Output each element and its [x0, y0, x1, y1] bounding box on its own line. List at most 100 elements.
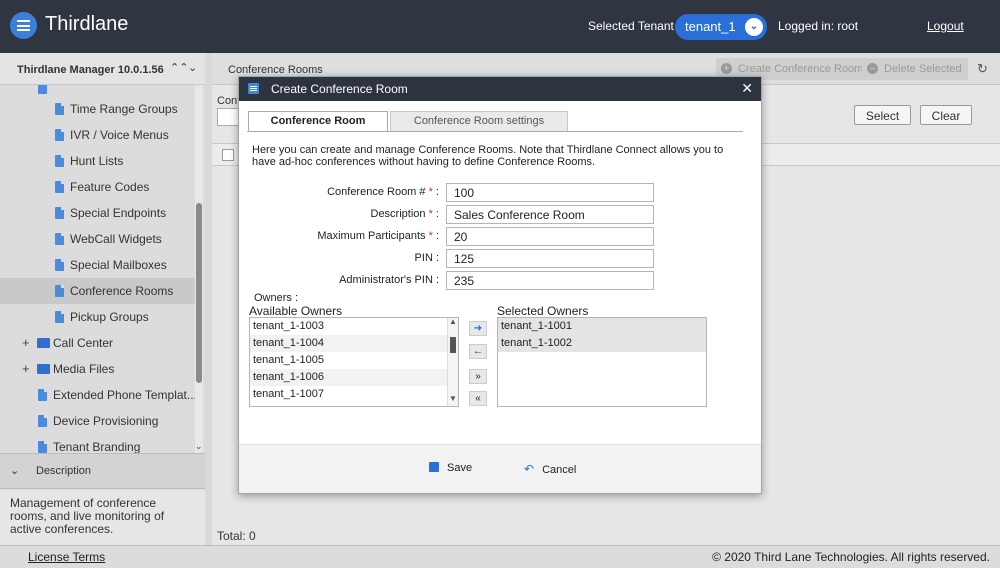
description-header[interactable]: ⌄ Description	[0, 453, 205, 489]
pin-label: PIN :	[414, 252, 439, 264]
tab-conference-room[interactable]: Conference Room	[248, 111, 388, 131]
list-item[interactable]: tenant_1-1001	[498, 318, 706, 335]
dialog-footer: Save ↶ Cancel	[239, 444, 761, 493]
move-all-left-button[interactable]: «	[469, 391, 487, 406]
sidebar-item-extended-phone-templates[interactable]: Extended Phone Templat...	[0, 382, 195, 408]
document-icon	[55, 285, 64, 297]
dialog-title: Create Conference Room	[271, 82, 408, 96]
description-input[interactable]: Sales Conference Room	[446, 205, 654, 224]
move-right-button[interactable]: ➜	[469, 321, 487, 336]
sidebar-item-label: Tenant Branding	[53, 440, 141, 453]
scrollbar-thumb[interactable]	[450, 337, 456, 353]
document-icon	[55, 311, 64, 323]
scroll-up-icon[interactable]: ▲	[449, 318, 457, 326]
sidebar-item-label: Call Center	[53, 336, 114, 350]
status-bar: License Terms © 2020 Third Lane Technolo…	[0, 545, 1000, 568]
dialog-title-bar: Create Conference Room ✕	[239, 77, 761, 101]
manager-version-title: Thirdlane Manager 10.0.1.56	[17, 64, 164, 76]
document-icon	[55, 207, 64, 219]
folder-icon	[37, 338, 50, 348]
available-list-scrollbar[interactable]: ▲ ▼	[447, 318, 458, 406]
sidebar-item-device-provisioning[interactable]: Device Provisioning	[0, 408, 195, 434]
list-item[interactable]: tenant_1-1002	[498, 335, 706, 352]
logout-link[interactable]: Logout	[927, 19, 964, 33]
move-all-right-button[interactable]: »	[469, 369, 487, 384]
folder-icon	[37, 364, 50, 374]
sidebar-item-tenant-branding[interactable]: Tenant Branding	[0, 434, 195, 453]
description-label: Description * :	[370, 208, 440, 220]
document-icon	[55, 155, 64, 167]
sidebar-item-conference-rooms[interactable]: Conference Rooms	[0, 278, 195, 304]
cancel-label: Cancel	[542, 464, 577, 476]
sidebar-item-call-center[interactable]: + Call Center	[0, 330, 195, 356]
refresh-icon[interactable]: ↻	[977, 61, 988, 77]
selected-owners-title: Selected Owners	[497, 304, 589, 318]
sidebar-item-label: Pickup Groups	[70, 310, 149, 324]
chevron-down-icon: ⌄	[10, 465, 20, 477]
create-label: Create Conference Room	[738, 63, 864, 75]
chevron-down-icon: ⌄	[745, 18, 763, 36]
expand-plus-icon[interactable]: +	[22, 361, 30, 376]
create-conference-room-dialog: Create Conference Room ✕ Conference Room…	[238, 76, 762, 494]
tenant-select[interactable]: tenant_1 ⌄	[675, 14, 767, 40]
sidebar-item-label: Feature Codes	[70, 180, 150, 194]
sidebar-item-label: Hunt Lists	[70, 154, 124, 168]
expand-all-icon[interactable]: ⌄	[188, 61, 197, 74]
navigation-tree: Time Range Groups IVR / Voice Menus Hunt…	[0, 85, 195, 453]
sidebar-item-special-endpoints[interactable]: Special Endpoints	[0, 200, 195, 226]
scrollbar-thumb[interactable]	[196, 203, 202, 383]
document-icon	[55, 181, 64, 193]
scroll-down-icon[interactable]: ▼	[449, 394, 457, 403]
list-item[interactable]: tenant_1-1003	[250, 318, 448, 335]
selected-owners-list[interactable]: tenant_1-1001 tenant_1-1002	[497, 317, 707, 407]
available-owners-list[interactable]: tenant_1-1003 tenant_1-1004 tenant_1-100…	[249, 317, 459, 407]
select-all-checkbox[interactable]	[222, 149, 234, 161]
tenant-label: Selected Tenant :	[588, 19, 681, 33]
list-item[interactable]: tenant_1-1004	[250, 335, 448, 352]
delete-label: Delete Selected	[884, 63, 962, 75]
cancel-button[interactable]: ↶ Cancel	[524, 462, 576, 476]
select-button[interactable]: Select	[854, 105, 911, 125]
move-left-button[interactable]: ←	[469, 344, 487, 359]
save-button[interactable]: Save	[429, 462, 472, 474]
undo-icon: ↶	[524, 462, 535, 476]
description-title: Description	[36, 465, 92, 477]
sidebar-item-pickup-groups[interactable]: Pickup Groups	[0, 304, 195, 330]
sidebar-item-label: WebCall Widgets	[70, 232, 162, 246]
tab-divider	[247, 131, 743, 132]
sidebar-item-hunt-lists[interactable]: Hunt Lists	[0, 148, 195, 174]
sidebar-item-ivr-voice-menus[interactable]: IVR / Voice Menus	[0, 122, 195, 148]
tab-conference-room-settings[interactable]: Conference Room settings	[390, 111, 568, 131]
sidebar-item-label: Special Endpoints	[70, 206, 167, 220]
window-icon	[248, 83, 259, 94]
sidebar-item-feature-codes[interactable]: Feature Codes	[0, 174, 195, 200]
license-terms-link[interactable]: License Terms	[28, 550, 105, 564]
list-item[interactable]: tenant_1-1007	[250, 386, 448, 403]
logged-in-text: Logged in: root	[778, 19, 859, 33]
list-item[interactable]: tenant_1-1006	[250, 369, 448, 386]
admin-pin-input[interactable]: 235	[446, 271, 654, 290]
sidebar-item-webcall-widgets[interactable]: WebCall Widgets	[0, 226, 195, 252]
pin-input[interactable]: 125	[446, 249, 654, 268]
scroll-down-icon[interactable]: ⌄	[195, 441, 203, 452]
close-icon[interactable]: ✕	[741, 80, 753, 97]
sidebar-item-label: IVR / Voice Menus	[70, 128, 169, 142]
sidebar-item-time-range-groups[interactable]: Time Range Groups	[0, 96, 195, 122]
top-bar: Thirdlane Selected Tenant : tenant_1 ⌄ L…	[0, 0, 1000, 53]
expand-plus-icon[interactable]: +	[22, 335, 30, 350]
left-panel: Thirdlane Manager 10.0.1.56 ⌃⌃ ⌄ Time Ra…	[0, 53, 205, 545]
sidebar-item-media-files[interactable]: + Media Files	[0, 356, 195, 382]
app-title: Thirdlane	[45, 13, 129, 35]
sidebar-item-special-mailboxes[interactable]: Special Mailboxes	[0, 252, 195, 278]
minus-circle-icon: –	[867, 63, 878, 74]
tree-scrollbar[interactable]: ⌄	[195, 85, 203, 453]
sidebar-item-label: Time Range Groups	[70, 102, 178, 116]
collapse-all-icon[interactable]: ⌃⌃	[170, 61, 188, 74]
delete-selected-button[interactable]: – Delete Selected	[862, 58, 968, 80]
document-icon	[55, 103, 64, 115]
available-owners-title: Available Owners	[249, 304, 343, 318]
max-participants-input[interactable]: 20	[446, 227, 654, 246]
list-item[interactable]: tenant_1-1005	[250, 352, 448, 369]
room-number-input[interactable]: 100	[446, 183, 654, 202]
clear-button[interactable]: Clear	[920, 105, 972, 125]
